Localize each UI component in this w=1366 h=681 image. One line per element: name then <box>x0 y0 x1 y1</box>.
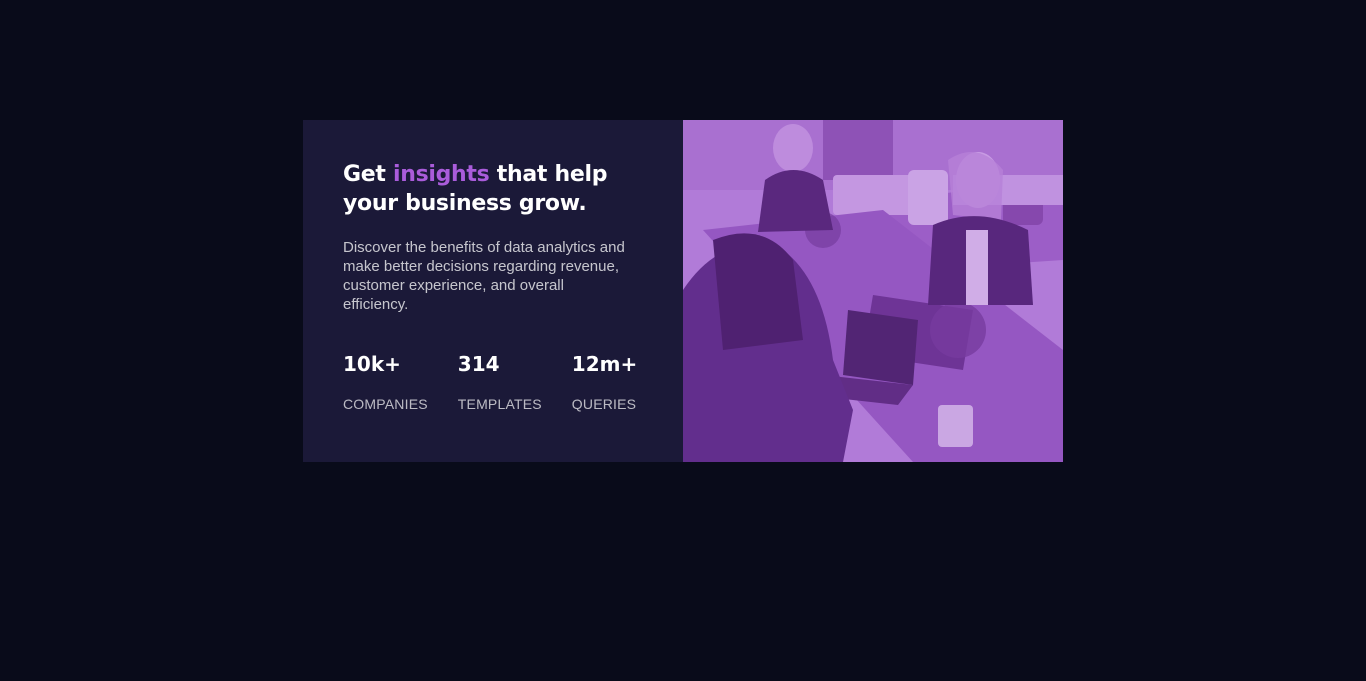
card-description: Discover the benefits of data analytics … <box>343 239 625 313</box>
stat-templates: 314 TEMPLATES <box>458 352 542 412</box>
stat-label: QUERIES <box>571 396 637 412</box>
heading-prefix: Get <box>343 162 393 187</box>
card-heading: Get insights that help your business gro… <box>343 160 643 218</box>
stat-value: 314 <box>457 352 500 376</box>
stat-queries: 12m+ QUERIES <box>572 352 637 412</box>
stat-value: 12m+ <box>571 352 638 376</box>
header-image <box>683 120 1063 462</box>
stats-preview-card: Get insights that help your business gro… <box>303 120 1063 462</box>
stat-label: TEMPLATES <box>457 396 542 412</box>
stat-value: 10k+ <box>343 352 401 376</box>
stat-label: COMPANIES <box>343 396 428 412</box>
heading-accent: insights <box>392 162 490 187</box>
office-photo-illustration <box>683 120 1063 462</box>
text-panel: Get insights that help your business gro… <box>303 120 683 462</box>
stat-companies: 10k+ COMPANIES <box>343 352 428 412</box>
stats-row: 10k+ COMPANIES 314 TEMPLATES 12m+ QUERIE… <box>343 352 683 412</box>
